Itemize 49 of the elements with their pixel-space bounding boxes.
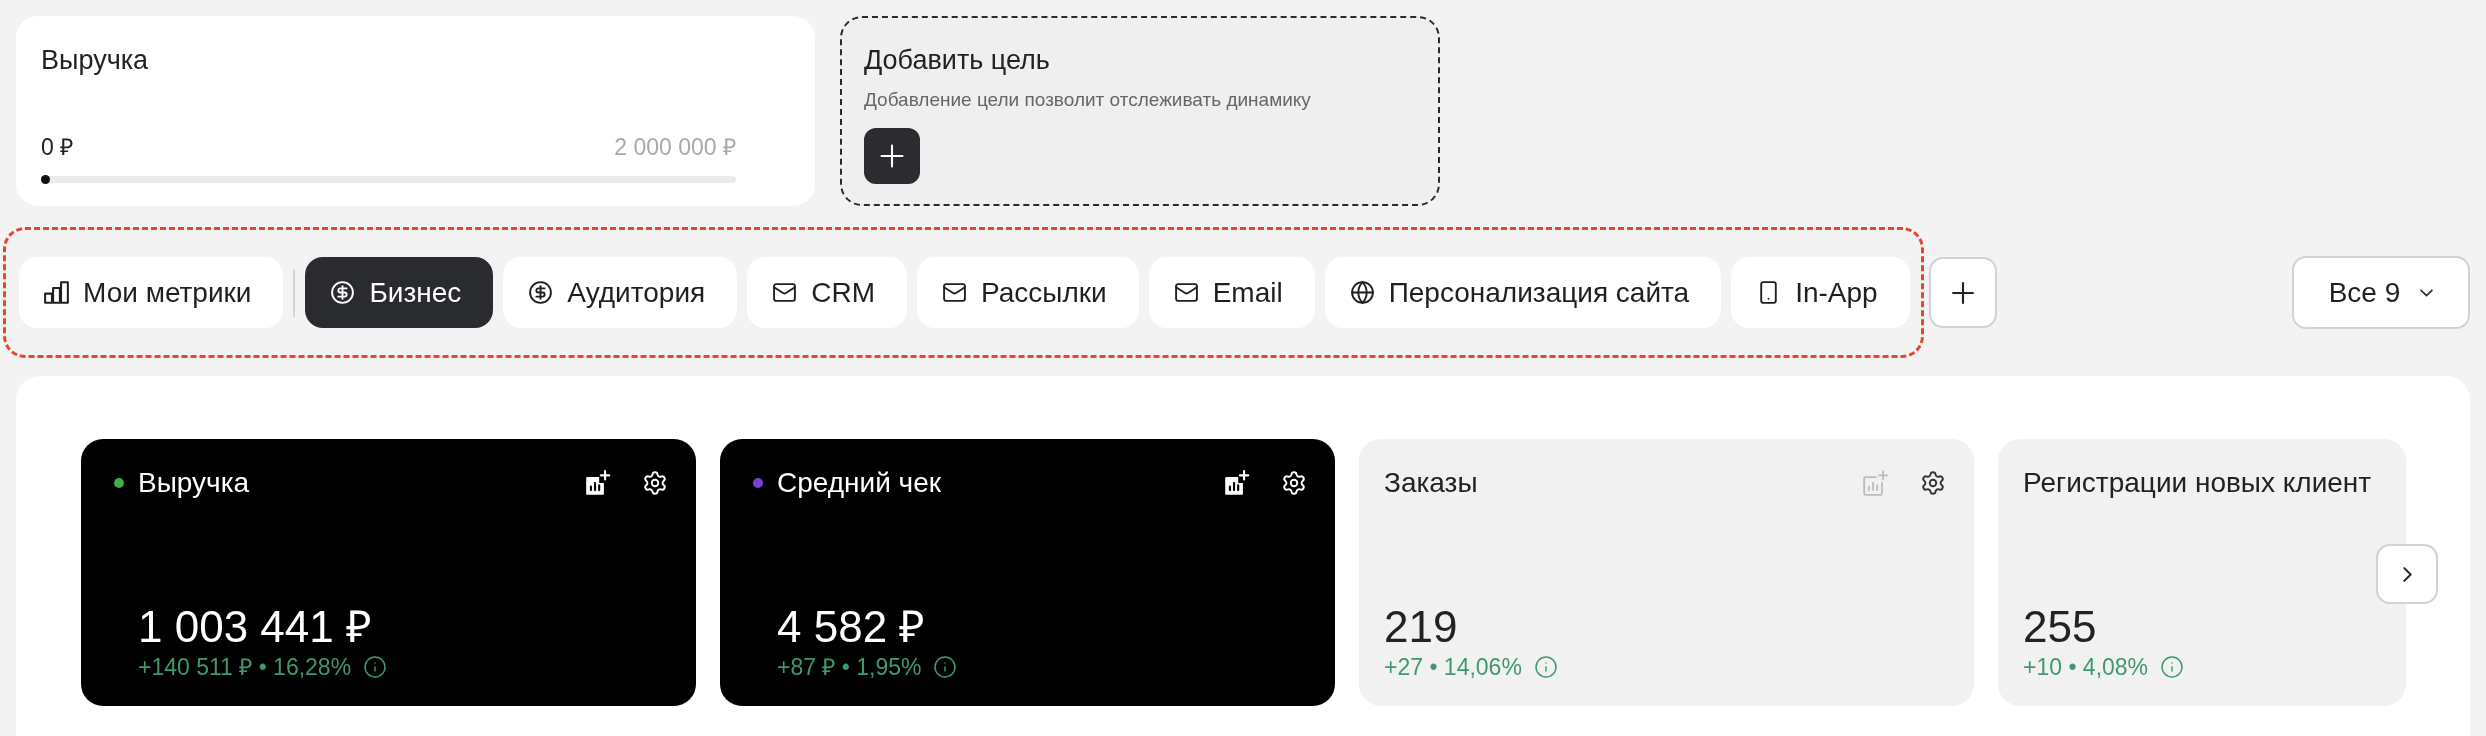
chart-add-icon[interactable] (585, 470, 611, 496)
metric-card[interactable]: Средний чек 4 582 ₽ +87 ₽ • 1,95% (720, 439, 1335, 706)
add-goal-title: Добавить цель (864, 44, 1050, 76)
settings-icon[interactable] (642, 470, 668, 496)
tab[interactable]: In-App (1731, 257, 1910, 328)
goal-title: Выручка (41, 44, 149, 76)
tab[interactable]: Email (1148, 257, 1315, 328)
metric-value: 4 582 ₽ (777, 602, 926, 652)
metric-value: 1 003 441 ₽ (138, 602, 372, 652)
metric-value: 219 (1384, 602, 1458, 652)
info-icon[interactable] (2160, 655, 2185, 679)
metric-title: Регистрации новых клиент (2023, 466, 2372, 500)
metric-title: Выручка (138, 466, 250, 500)
tab[interactable]: Рассылки (917, 257, 1139, 328)
bar-chart-icon (44, 280, 69, 305)
metric-change: +10 • 4,08% (2023, 653, 2149, 682)
settings-icon[interactable] (1281, 470, 1307, 496)
info-icon[interactable] (933, 655, 958, 679)
tab[interactable]: Персонализация сайта (1324, 257, 1722, 328)
metric-change: +87 ₽ • 1,95% (777, 653, 922, 682)
globe-icon (1349, 280, 1375, 305)
tab[interactable]: Мои метрики (19, 257, 284, 328)
filter-dropdown[interactable]: Все 9 (2292, 256, 2470, 329)
envelope-icon (772, 280, 798, 305)
dollar-circle-icon (528, 280, 554, 305)
settings-icon[interactable] (1920, 470, 1946, 496)
metric-title: Средний чек (777, 466, 942, 500)
chart-add-icon[interactable] (1224, 470, 1250, 496)
metric-card[interactable]: Заказы 219 +27 • 14,06% (1359, 439, 1974, 706)
metric-card[interactable]: Регистрации новых клиент 255 +10 • 4,08% (1998, 439, 2406, 706)
info-icon[interactable] (1533, 655, 1558, 679)
envelope-icon (942, 280, 967, 305)
metric-change: +27 • 14,06% (1384, 653, 1522, 682)
add-goal-subtitle: Добавление цели позволит отслеживать динамику (864, 88, 1311, 112)
chevron-down-icon (2420, 288, 2434, 297)
metric-title: Заказы (1384, 466, 1478, 500)
goal-target-value: 2 000 000 ₽ (614, 133, 736, 162)
envelope-icon (1173, 280, 1199, 305)
chevron-right-icon (2402, 566, 2412, 582)
add-goal-button[interactable] (864, 128, 920, 184)
dollar-circle-icon (330, 280, 356, 305)
metric-card[interactable]: Выручка 1 003 441 ₽ +140 511 ₽ • 16,28% (81, 439, 696, 706)
tab[interactable]: Аудитория (503, 257, 738, 328)
metric-change: +140 511 ₽ • 16,28% (138, 653, 352, 682)
tab[interactable]: Бизнес (305, 257, 494, 328)
goal-start-value: 0 ₽ (41, 133, 74, 162)
info-icon[interactable] (363, 655, 388, 679)
metric-value: 255 (2023, 602, 2097, 652)
tab[interactable]: CRM (747, 257, 907, 328)
